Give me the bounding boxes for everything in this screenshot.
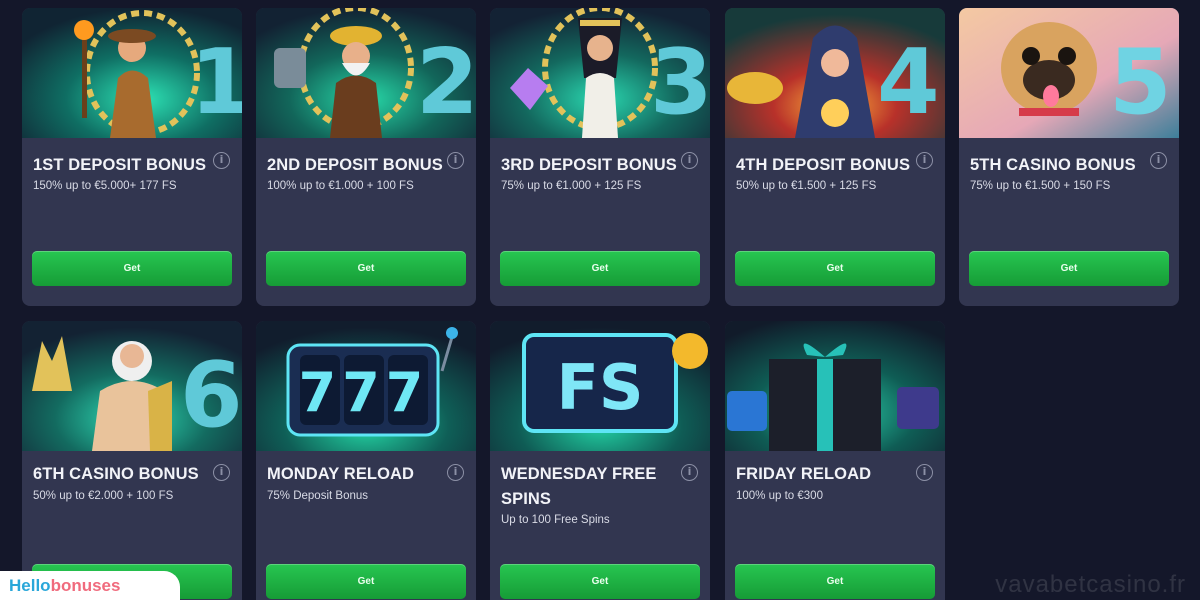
watermark-part-bonuses: bonuses (50, 576, 121, 595)
card-description: 150% up to €5.000+ 177 FS (33, 180, 177, 192)
card-artwork-cleopatra: 3 (490, 8, 710, 138)
card-description: 75% up to €1.500 + 150 FS (970, 180, 1111, 192)
info-icon[interactable]: i (681, 464, 698, 481)
card-title: 4TH DEPOSIT BONUS (736, 156, 911, 174)
number-2-glyph: 2 (416, 30, 476, 135)
card-artwork-miner: 2 (256, 8, 476, 138)
bonus-card-6th-casino: 6 6TH CASINO BONUS i 50% up to €2.000 + … (22, 321, 242, 600)
watermark-part-hello: Hello (9, 576, 51, 595)
card-title: FRIDAY RELOAD (736, 465, 872, 483)
card-artwork-pug: 5 (959, 8, 1179, 138)
info-icon[interactable]: i (681, 152, 698, 169)
card-artwork-slot-777: 777 (256, 321, 476, 451)
get-button[interactable]: Get (266, 564, 466, 599)
info-icon[interactable]: i (447, 152, 464, 169)
card-artwork-free-spins: FS (490, 321, 710, 451)
card-title: 6TH CASINO BONUS (33, 465, 199, 483)
info-icon[interactable]: i (213, 464, 230, 481)
card-title: 1ST DEPOSIT BONUS (33, 156, 207, 174)
card-description: 50% up to €2.000 + 100 FS (33, 490, 174, 502)
slot-777-glyph: 777 (299, 361, 430, 424)
get-button[interactable]: Get (500, 251, 700, 286)
card-description: 100% up to €300 (736, 490, 823, 502)
number-4-glyph: 4 (877, 30, 940, 135)
card-description: 50% up to €1.500 + 125 FS (736, 180, 877, 192)
card-artwork-gift-box (725, 321, 945, 451)
bonus-card-5th-casino: 5 5TH CASINO BONUS i 75% up to €1.500 + … (959, 8, 1179, 306)
number-5-glyph: 5 (1109, 30, 1172, 135)
number-3-glyph: 3 (650, 30, 710, 135)
hellobonuses-watermark: Hellobonuses (0, 571, 180, 600)
info-icon[interactable]: i (916, 464, 933, 481)
get-button[interactable]: Get (735, 564, 935, 599)
bonus-card-1st-deposit: 1 1ST DEPOSIT BONUS i 150% up to €5.000+… (22, 8, 242, 306)
bonus-card-wednesday-free-spins: FS WEDNESDAY FREE SPINS i Up to 100 Free… (490, 321, 710, 600)
number-1-glyph: 1 (190, 30, 242, 135)
info-icon[interactable]: i (213, 152, 230, 169)
card-description: Up to 100 Free Spins (501, 514, 610, 526)
card-title: 2ND DEPOSIT BONUS (267, 156, 443, 174)
get-button[interactable]: Get (266, 251, 466, 286)
card-description: 75% Deposit Bonus (267, 490, 369, 502)
get-button[interactable]: Get (500, 564, 700, 599)
bonus-card-2nd-deposit: 2 2ND DEPOSIT BONUS i 100% up to €1.000 … (256, 8, 476, 306)
info-icon[interactable]: i (916, 152, 933, 169)
get-button[interactable]: Get (969, 251, 1169, 286)
card-title: WEDNESDAY FREE SPINS (501, 465, 657, 508)
card-artwork-sorceress: 4 (725, 8, 945, 138)
number-6-glyph: 6 (180, 343, 242, 448)
bonus-card-4th-deposit: 4 4TH DEPOSIT BONUS i 50% up to €1.500 +… (725, 8, 945, 306)
bonus-grid: 1 1ST DEPOSIT BONUS i 150% up to €5.000+… (0, 0, 1200, 600)
fs-glyph: FS (556, 351, 643, 424)
card-description: 100% up to €1.000 + 100 FS (267, 180, 414, 192)
info-icon[interactable]: i (1150, 152, 1167, 169)
card-title: 5TH CASINO BONUS (970, 156, 1136, 174)
bonus-card-3rd-deposit: 3 3RD DEPOSIT BONUS i 75% up to €1.000 +… (490, 8, 710, 306)
card-title: 3RD DEPOSIT BONUS (501, 156, 677, 174)
bonus-card-monday-reload: 777 MONDAY RELOAD i 75% Deposit Bonus Ge… (256, 321, 476, 600)
get-button[interactable]: Get (32, 251, 232, 286)
info-icon[interactable]: i (447, 464, 464, 481)
bonus-card-friday-reload: FRIDAY RELOAD i 100% up to €300 Get (725, 321, 945, 600)
card-artwork-zeus: 6 (22, 321, 242, 451)
get-button[interactable]: Get (735, 251, 935, 286)
site-watermark: vavabetcasino.fr (995, 571, 1186, 598)
card-artwork-explorer: 1 (22, 8, 242, 138)
card-title: MONDAY RELOAD (267, 465, 415, 483)
card-description: 75% up to €1.000 + 125 FS (501, 180, 642, 192)
